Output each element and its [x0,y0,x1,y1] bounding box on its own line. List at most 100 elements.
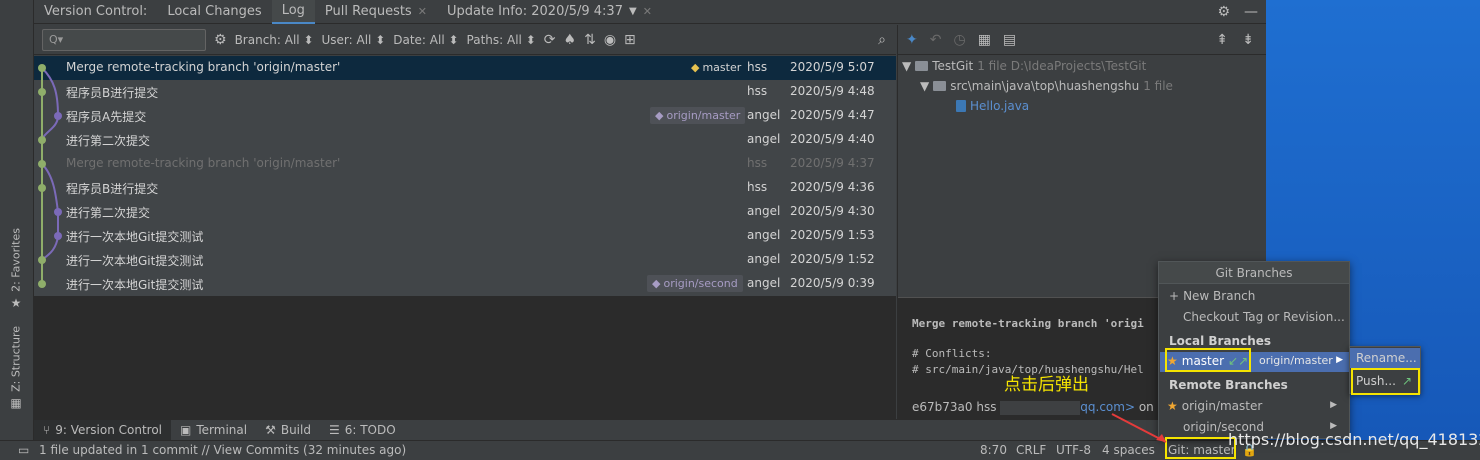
rename-item[interactable]: Rename... [1350,348,1420,368]
highlight-local-master [1165,348,1251,372]
chevron-down-icon[interactable]: ▼ [629,6,637,17]
search-icon[interactable]: ⌕ [878,32,886,48]
branch-filter[interactable]: Branch: All ⬍ [235,33,314,47]
tree-file-label: Hello.java [970,99,1030,113]
tab-update-info[interactable]: Update Info: 2020/5/9 4:37 ▼ ✕ [437,0,662,24]
tag-icon: ◆ [652,277,661,290]
minimize-icon[interactable]: — [1244,4,1258,20]
commit-message: 程序员A先提交 [66,110,147,124]
date-filter[interactable]: Date: All ⬍ [393,33,458,47]
version-control-icon: ⑂ [43,423,51,437]
terminal-icon: ▣ [180,423,192,437]
diff-icon[interactable]: ✦ [906,32,918,48]
tree-root-node[interactable]: ▼ TestGit 1 file D:\IdeaProjects\TestGit [902,59,1146,73]
tag-icon: ◆ [691,61,700,74]
caret-position[interactable]: 8:70 [980,443,1007,457]
log-search-input[interactable]: Q▾ [42,28,206,51]
left-tool-stripe: ★ 2: Favorites ▦ Z: Structure [0,0,34,440]
annotation-text: 点击后弹出 [1004,375,1089,395]
commit-graph [38,64,62,288]
log-toolbar: Q▾ ⚙ Branch: All ⬍ User: All ⬍ Date: All… [34,25,896,55]
commit-date: 2020/5/9 1:52 [790,252,875,266]
expand-all-icon[interactable]: ⇞ [1216,32,1228,48]
revert-icon[interactable]: ↶ [930,32,942,48]
commit-row[interactable]: 程序员B进行提交 hss 2020/5/9 4:48 [34,80,896,104]
redacted-email [1000,400,1081,415]
commit-detail-conflicts: # Conflicts: [912,347,992,360]
layout-toggle-icon[interactable]: ▭ [18,443,29,457]
commit-row[interactable]: 进行一次本地Git提交测试 ◆ origin/second angel 2020/5/9… [34,272,896,296]
structure-tool-tab[interactable]: ▦ Z: Structure [9,326,23,410]
local-branches-header: Local Branches [1169,334,1272,348]
tab-terminal[interactable]: ▣ Terminal [171,420,256,441]
commit-date: 2020/5/9 5:07 [790,60,875,74]
gear-icon[interactable]: ⚙ [1217,4,1230,20]
commit-row[interactable]: 程序员A先提交 ◆ origin/master angel 2020/5/9 4:47 [34,104,896,128]
sort-icon[interactable]: ⇅ [584,32,596,48]
tree-folder-node[interactable]: ▼ src\main\java\top\huashengshu 1 file [920,79,1173,93]
commit-detail-message: Merge remote-tracking branch 'origi [912,317,1144,330]
close-icon[interactable]: ✕ [643,5,652,18]
tab-log[interactable]: Log [271,0,315,24]
commit-row[interactable]: 进行第二次提交 angel 2020/5/9 4:40 [34,128,896,152]
commit-row[interactable]: Merge remote-tracking branch 'origin/mas… [34,56,896,80]
commit-message: 进行一次本地Git提交测试 [66,278,204,292]
group-by-icon[interactable]: ▦ [978,32,991,48]
commit-row[interactable]: 进行一次本地Git提交测试 angel 2020/5/9 1:53 [34,224,896,248]
star-icon: ★ [9,295,23,310]
commit-row[interactable]: 进行一次本地Git提交测试 angel 2020/5/9 1:52 [34,248,896,272]
tab-build[interactable]: ⚒ Build [256,420,320,441]
branch-ref-label: origin/second [663,277,738,290]
branch-ref-label: master [702,61,742,74]
eye-icon[interactable]: ◉ [604,32,616,48]
commit-author: hss [747,84,768,98]
paths-filter[interactable]: Paths: All ⬍ [467,33,536,47]
tree-file-node[interactable]: Hello.java [956,99,1029,113]
version-control-title: Version Control: [44,4,148,19]
commit-date: 2020/5/9 4:47 [790,108,875,122]
cherry-pick-icon[interactable]: ♠ [564,32,577,48]
status-message[interactable]: 1 file updated in 1 commit // View Commi… [39,443,406,457]
commit-author: hss [747,156,768,170]
close-icon[interactable]: ✕ [418,5,427,18]
user-filter[interactable]: User: All ⬍ [322,33,386,47]
commit-row[interactable]: Merge remote-tracking branch 'origin/mas… [34,152,896,176]
tab-version-control[interactable]: ⑂ 9: Version Control [34,419,172,441]
expand-arrow-icon[interactable]: ▼ [902,59,911,73]
history-icon[interactable]: ◷ [953,32,965,48]
hammer-icon: ⚒ [265,423,276,437]
branch-ref-tag: ◆ origin/master [650,107,746,124]
settings-icon[interactable]: ⚙ [214,32,227,48]
file-encoding[interactable]: UTF-8 [1056,443,1091,457]
tree-root-info: 1 file D:\IdeaProjects\TestGit [977,59,1147,73]
layout-icon[interactable]: ▤ [1003,32,1016,48]
new-tab-icon[interactable]: ⊞ [624,32,636,48]
bottom-tool-tabs: ⑂ 9: Version Control ▣ Terminal ⚒ Build ☰ 6:… [34,419,1266,441]
tab-pull-requests[interactable]: Pull Requests ✕ [315,0,437,24]
commit-author: angel [747,252,781,266]
highlight-git-branch [1165,437,1236,459]
favorites-tool-tab[interactable]: ★ 2: Favorites [9,228,23,310]
commit-author: hss [747,60,768,74]
refresh-icon[interactable]: ⟳ [544,32,556,48]
tab-todo[interactable]: ☰ 6: TODO [320,420,405,441]
checkout-tag-item[interactable]: Checkout Tag or Revision... [1183,310,1345,324]
todo-icon: ☰ [328,423,340,437]
submenu-arrow-icon[interactable]: ▶ [1330,400,1337,410]
commit-message: Merge remote-tracking branch 'origin/mas… [66,60,341,74]
highlight-push [1351,368,1420,395]
commit-row[interactable]: 程序员B进行提交 hss 2020/5/9 4:36 [34,176,896,200]
submenu-arrow-icon[interactable]: ▶ [1336,355,1343,365]
commit-message: 进行一次本地Git提交测试 [66,230,204,244]
folder-icon [933,81,947,91]
remote-master-item[interactable]: ★ origin/master [1167,399,1262,413]
branch-ref-label: origin/master [666,109,741,122]
collapse-all-icon[interactable]: ⇟ [1242,32,1254,48]
line-separator[interactable]: CRLF [1016,443,1046,457]
new-branch-item[interactable]: + New Branch [1169,289,1255,303]
tab-local-changes[interactable]: Local Changes [157,0,271,24]
expand-arrow-icon[interactable]: ▼ [920,79,929,93]
version-control-tabs: Version Control: Local Changes Log Pull … [34,0,1266,24]
commit-date: 2020/5/9 4:40 [790,132,875,146]
commit-row[interactable]: 进行第二次提交 angel 2020/5/9 4:30 [34,200,896,224]
